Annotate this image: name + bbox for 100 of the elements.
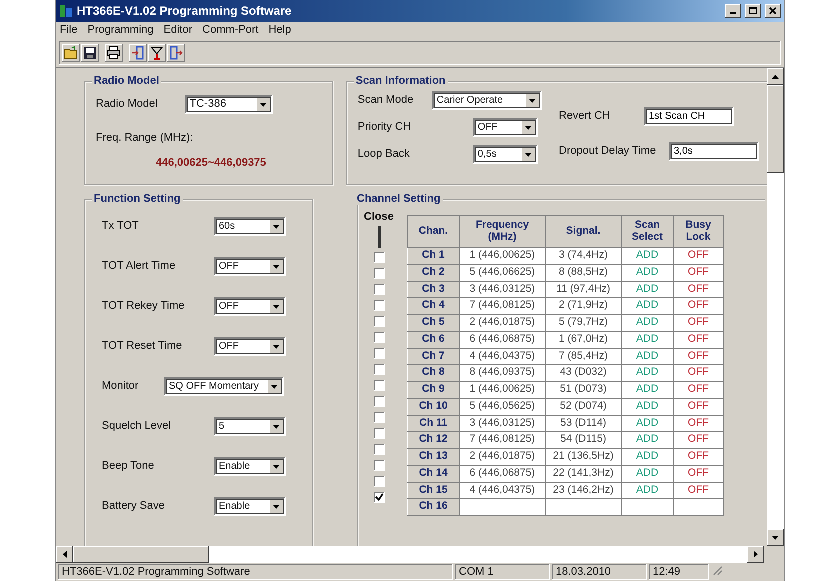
dropdown[interactable]: 5 bbox=[214, 417, 286, 436]
status-panel: COM 1 bbox=[455, 564, 550, 580]
dropdown-arrow-button[interactable] bbox=[267, 379, 282, 394]
maximize-button[interactable] bbox=[745, 4, 761, 18]
dropdown[interactable]: TC-386 bbox=[184, 95, 273, 114]
printer-button[interactable] bbox=[105, 44, 123, 62]
menu-item[interactable]: Editor bbox=[164, 22, 193, 39]
scroll-left-button[interactable] bbox=[56, 546, 73, 563]
dropdown[interactable]: 0,5s bbox=[472, 145, 538, 164]
dropdown-arrow-button[interactable] bbox=[256, 97, 271, 112]
table-cell: 8 (88,5Hz) bbox=[546, 264, 622, 281]
slider-handle[interactable] bbox=[378, 226, 380, 248]
dropdown[interactable]: 60s bbox=[214, 217, 286, 236]
column-header: Chan. bbox=[408, 216, 460, 248]
menu-item[interactable]: Comm-Port bbox=[202, 22, 259, 39]
table-cell: ADD bbox=[622, 432, 674, 448]
scroll-down-button[interactable] bbox=[767, 529, 784, 546]
group-title: Channel Setting bbox=[356, 194, 442, 205]
checkbox[interactable] bbox=[374, 364, 384, 375]
dropdown-arrow-button[interactable] bbox=[269, 259, 284, 274]
checkbox[interactable] bbox=[374, 428, 384, 439]
dropdown-arrow-button[interactable] bbox=[269, 459, 284, 474]
dropdown[interactable]: Enable bbox=[214, 457, 286, 476]
field-label: Monitor bbox=[102, 379, 140, 394]
row-header[interactable]: Ch 6 bbox=[408, 331, 460, 348]
dropdown[interactable]: Enable bbox=[214, 497, 286, 516]
checkbox[interactable] bbox=[374, 396, 384, 407]
checkbox[interactable] bbox=[374, 476, 384, 487]
scrollbar-thumb[interactable] bbox=[767, 85, 784, 173]
table-cell: 21 (136,5Hz) bbox=[546, 448, 622, 466]
checkbox[interactable] bbox=[374, 380, 384, 391]
row-header[interactable]: Ch 10 bbox=[408, 398, 460, 415]
row-header[interactable]: Ch 14 bbox=[408, 465, 460, 482]
scroll-up-button[interactable] bbox=[767, 68, 784, 85]
close-button[interactable] bbox=[765, 4, 781, 18]
menu-item[interactable]: File bbox=[60, 22, 78, 39]
table-cell: OFF bbox=[674, 281, 724, 298]
checkbox[interactable] bbox=[374, 348, 384, 359]
row-header[interactable]: Ch 16 bbox=[408, 498, 460, 516]
column-header: Frequency (MHz) bbox=[460, 216, 546, 248]
dropdown-arrow-button[interactable] bbox=[269, 299, 284, 314]
table-cell: OFF bbox=[674, 448, 724, 466]
table-cell: OFF bbox=[674, 314, 724, 332]
checkbox[interactable] bbox=[374, 492, 384, 503]
dropdown[interactable]: OFF bbox=[214, 337, 286, 356]
row-header[interactable]: Ch 8 bbox=[408, 364, 460, 382]
row-header[interactable]: Ch 1 bbox=[408, 248, 460, 264]
field-label: TOT Reset Time bbox=[102, 339, 184, 354]
checkbox[interactable] bbox=[374, 460, 384, 471]
save-button[interactable] bbox=[81, 44, 99, 62]
caret-icon bbox=[524, 150, 533, 158]
dropdown[interactable]: Carier Operate bbox=[432, 91, 542, 110]
row-header[interactable]: Ch 3 bbox=[408, 281, 460, 298]
minimize-button[interactable] bbox=[725, 4, 741, 18]
dropdown-arrow-button[interactable] bbox=[520, 147, 536, 162]
table-cell: ADD bbox=[622, 364, 674, 382]
row-header[interactable]: Ch 15 bbox=[408, 482, 460, 499]
dropdown[interactable]: OFF bbox=[472, 118, 538, 137]
table-cell: 3 (446,03125) bbox=[460, 415, 546, 432]
checkbox[interactable] bbox=[374, 252, 384, 263]
dropdown-arrow-button[interactable] bbox=[269, 219, 284, 234]
row-header[interactable]: Ch 7 bbox=[408, 348, 460, 365]
dropdown[interactable]: OFF bbox=[214, 257, 286, 276]
table-cell: ADD bbox=[622, 415, 674, 432]
row-header[interactable]: Ch 13 bbox=[408, 448, 460, 466]
read-device-button[interactable] bbox=[129, 44, 147, 62]
table-cell: OFF bbox=[674, 264, 724, 281]
scrollbar-thumb[interactable] bbox=[73, 546, 209, 563]
dropdown[interactable]: SQ OFF Momentary bbox=[164, 377, 284, 396]
row-header[interactable]: Ch 9 bbox=[408, 382, 460, 398]
status-panel: 18.03.2010 bbox=[552, 564, 647, 580]
open-folder-button[interactable] bbox=[62, 44, 80, 62]
input-field[interactable]: 1st Scan CH bbox=[644, 107, 734, 126]
field-label: Scan Mode bbox=[358, 93, 415, 108]
scroll-right-button[interactable] bbox=[747, 546, 764, 563]
checkbox[interactable] bbox=[374, 300, 384, 311]
menu-item[interactable]: Programming bbox=[88, 22, 154, 39]
field-label: Beep Tone bbox=[102, 459, 156, 474]
dropdown[interactable]: OFF bbox=[214, 297, 286, 316]
checkbox[interactable] bbox=[374, 284, 384, 295]
dropdown-arrow-button[interactable] bbox=[269, 499, 284, 514]
row-header[interactable]: Ch 5 bbox=[408, 314, 460, 332]
row-header[interactable]: Ch 12 bbox=[408, 432, 460, 448]
checkbox[interactable] bbox=[374, 268, 384, 279]
row-header[interactable]: Ch 2 bbox=[408, 264, 460, 281]
row-header[interactable]: Ch 4 bbox=[408, 298, 460, 314]
antenna-button[interactable] bbox=[148, 44, 166, 62]
dropdown-arrow-button[interactable] bbox=[269, 419, 284, 434]
write-device-button[interactable] bbox=[167, 44, 185, 62]
checkbox[interactable] bbox=[374, 444, 384, 455]
dropdown-arrow-button[interactable] bbox=[269, 339, 284, 354]
dropdown-arrow-button[interactable] bbox=[524, 93, 540, 108]
dropdown-arrow-button[interactable] bbox=[520, 120, 536, 135]
table-cell: 2 (446,01875) bbox=[460, 448, 546, 466]
checkbox[interactable] bbox=[374, 316, 384, 327]
row-header[interactable]: Ch 11 bbox=[408, 415, 460, 432]
checkbox[interactable] bbox=[374, 412, 384, 423]
input-field[interactable]: 3,0s bbox=[669, 142, 759, 161]
menu-item[interactable]: Help bbox=[268, 22, 292, 39]
checkbox[interactable] bbox=[374, 332, 384, 343]
